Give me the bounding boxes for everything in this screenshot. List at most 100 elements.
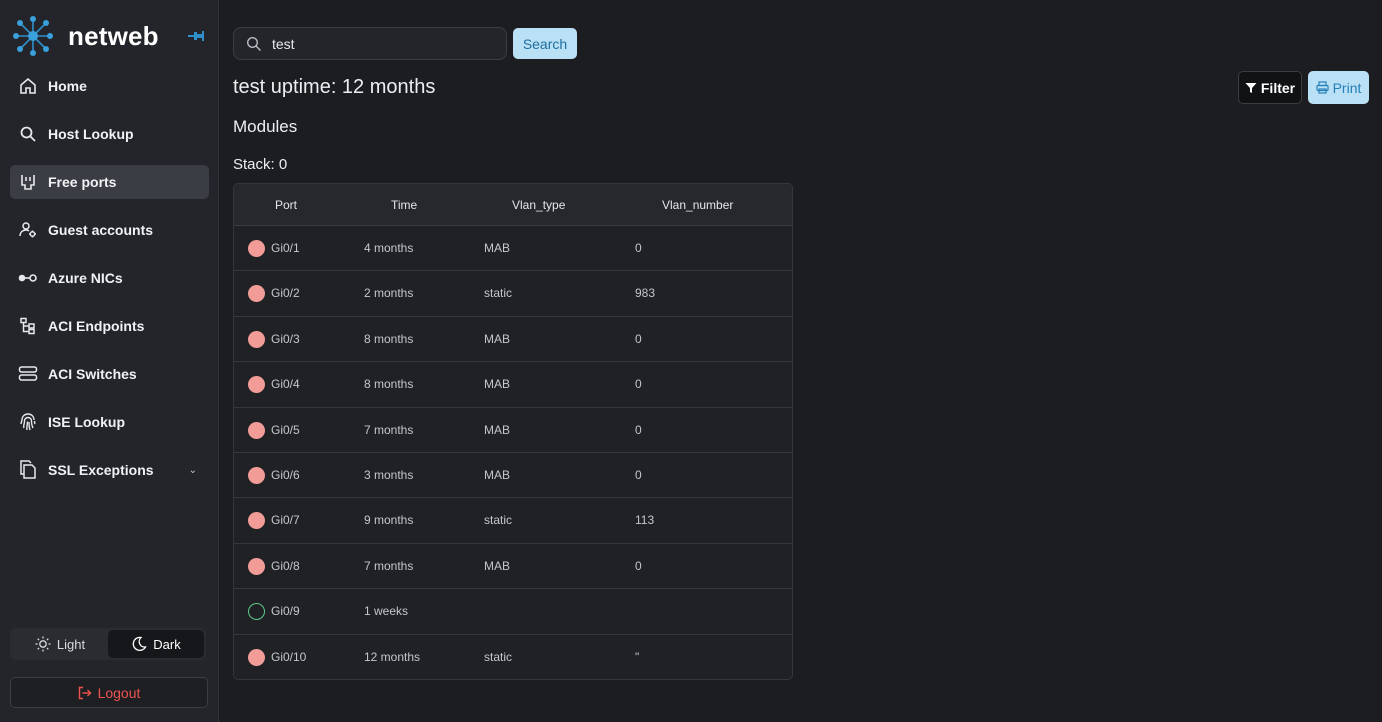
tree-icon xyxy=(18,316,38,336)
sidebar-item-label: ISE Lookup xyxy=(48,414,125,430)
theme-light-button[interactable]: Light xyxy=(12,630,108,658)
table-row[interactable]: Gi0/6 3 months MAB 0 xyxy=(234,453,792,499)
netweb-logo-icon xyxy=(13,16,53,56)
page-title: test uptime: 12 months xyxy=(233,76,436,98)
table-row[interactable]: Gi0/9 1 weeks xyxy=(234,589,792,635)
search-icon xyxy=(18,124,38,144)
sidebar-item-guest-accounts[interactable]: Guest accounts xyxy=(10,213,209,247)
table-row[interactable]: Gi0/5 7 months MAB 0 xyxy=(234,408,792,453)
port-used-status-icon xyxy=(248,648,265,666)
sidebar-item-ssl-exceptions[interactable]: SSL Exceptions ⌄ xyxy=(10,453,209,487)
sidebar: netweb Home Host Lookup Free ports Guest… xyxy=(0,0,219,722)
port-used-status-icon xyxy=(248,240,265,257)
sidebar-item-label: Free ports xyxy=(48,174,117,190)
sidebar-item-label: Guest accounts xyxy=(48,222,154,238)
table-header: Port Time Vlan_type Vlan_number xyxy=(234,184,792,226)
sidebar-item-label: SSL Exceptions xyxy=(48,462,154,478)
sidebar-item-home[interactable]: Home xyxy=(10,69,209,103)
theme-toggle: Light Dark xyxy=(10,628,206,660)
sidebar-item-label: Azure NICs xyxy=(48,270,123,286)
port-cell: Gi0/7 xyxy=(271,513,300,528)
table-row[interactable]: Gi0/4 8 months MAB 0 xyxy=(234,362,792,408)
theme-dark-label: Dark xyxy=(153,636,181,652)
sidebar-item-label: Home xyxy=(48,78,87,94)
filter-button[interactable]: Filter xyxy=(1238,71,1302,104)
port-cell: Gi0/8 xyxy=(271,558,300,573)
port-used-status-icon xyxy=(248,421,265,439)
stack-label: Stack: 0 xyxy=(233,156,288,173)
logout-icon xyxy=(78,686,92,699)
port-used-status-icon xyxy=(248,376,265,394)
table-row[interactable]: Gi0/7 9 months static 113 xyxy=(234,498,792,544)
logout-label: Logout xyxy=(97,684,141,701)
vlan-number-cell: 0 xyxy=(635,331,642,346)
user-gear-icon xyxy=(18,220,38,240)
table-row[interactable]: Gi0/10 12 months static " xyxy=(234,635,792,679)
port-cell: Gi0/10 xyxy=(271,649,307,664)
time-cell: 7 months xyxy=(364,422,414,437)
port-cell: Gi0/6 xyxy=(271,467,300,482)
search-icon xyxy=(246,36,261,51)
vlan-number-cell: 0 xyxy=(635,241,642,255)
port-cell: Gi0/1 xyxy=(271,241,300,255)
brand[interactable]: netweb xyxy=(12,14,212,58)
sidebar-item-label: ACI Switches xyxy=(48,366,137,382)
pin-icon[interactable] xyxy=(188,30,204,42)
port-cell: Gi0/2 xyxy=(271,286,300,301)
sidebar-item-host-lookup[interactable]: Host Lookup xyxy=(10,117,209,151)
vlan-number-cell: 0 xyxy=(635,422,642,437)
ports-table: Port Time Vlan_type Vlan_number Gi0/1 4 m… xyxy=(233,183,793,680)
sidebar-item-label: Host Lookup xyxy=(48,126,134,142)
vlan-type-cell: MAB xyxy=(484,241,511,255)
time-cell: 9 months xyxy=(364,513,414,528)
print-label: Print xyxy=(1332,79,1362,96)
vlan-number-cell: 0 xyxy=(635,377,642,392)
table-body: Gi0/1 4 months MAB 0 Gi0/2 2 months static 983 G… xyxy=(234,226,792,679)
sidebar-item-aci-endpoints[interactable]: ACI Endpoints xyxy=(10,309,209,343)
sidebar-item-free-ports[interactable]: Free ports xyxy=(10,165,209,199)
time-cell: 7 months xyxy=(364,558,414,573)
sidebar-item-azure-nics[interactable]: Azure NICs xyxy=(10,261,209,295)
vlan-type-cell: MAB xyxy=(484,422,511,437)
sidebar-item-ise-lookup[interactable]: ISE Lookup xyxy=(10,405,209,439)
time-cell: 3 months xyxy=(364,467,414,482)
column-header-time[interactable]: Time xyxy=(391,184,417,226)
chevron-down-icon[interactable]: ⌄ xyxy=(189,465,197,476)
section-title: Modules xyxy=(233,117,298,136)
search-input[interactable] xyxy=(272,35,492,52)
port-cell: Gi0/5 xyxy=(271,422,300,437)
home-icon xyxy=(18,76,38,96)
time-cell: 8 months xyxy=(364,377,414,392)
theme-dark-button[interactable]: Dark xyxy=(108,630,204,658)
table-row[interactable]: Gi0/1 4 months MAB 0 xyxy=(234,226,792,272)
sidebar-item-aci-switches[interactable]: ACI Switches xyxy=(10,357,209,391)
ethernet-port-icon xyxy=(18,172,38,192)
table-row[interactable]: Gi0/2 2 months static 983 xyxy=(234,271,792,317)
search-button[interactable]: Search xyxy=(513,28,577,59)
sidebar-nav: Home Host Lookup Free ports Guest accoun… xyxy=(10,69,209,501)
filter-icon xyxy=(1245,82,1257,93)
time-cell: 4 months xyxy=(364,241,414,255)
port-used-status-icon xyxy=(248,466,265,484)
column-header-vlan-number[interactable]: Vlan_number xyxy=(662,184,733,226)
vlan-type-cell: MAB xyxy=(484,558,511,573)
theme-light-label: Light xyxy=(56,636,86,652)
print-button[interactable]: Print xyxy=(1308,71,1369,104)
column-header-port[interactable]: Port xyxy=(275,184,297,226)
vlan-type-cell: static xyxy=(484,286,513,301)
port-used-status-icon xyxy=(248,285,265,303)
column-header-vlan-type[interactable]: Vlan_type xyxy=(512,184,565,226)
vlan-number-cell: 0 xyxy=(635,467,642,482)
vlan-type-cell: static xyxy=(484,513,513,528)
vlan-type-cell: MAB xyxy=(484,467,511,482)
time-cell: 1 weeks xyxy=(364,604,409,619)
search-field[interactable] xyxy=(233,27,507,60)
logout-button[interactable]: Logout xyxy=(10,677,208,708)
table-row[interactable]: Gi0/3 8 months MAB 0 xyxy=(234,317,792,363)
table-row[interactable]: Gi0/8 7 months MAB 0 xyxy=(234,544,792,590)
time-cell: 12 months xyxy=(364,649,421,664)
port-cell: Gi0/3 xyxy=(271,331,300,346)
filter-label: Filter xyxy=(1260,79,1296,96)
time-cell: 2 months xyxy=(364,286,414,301)
sidebar-item-label: ACI Endpoints xyxy=(48,318,145,334)
